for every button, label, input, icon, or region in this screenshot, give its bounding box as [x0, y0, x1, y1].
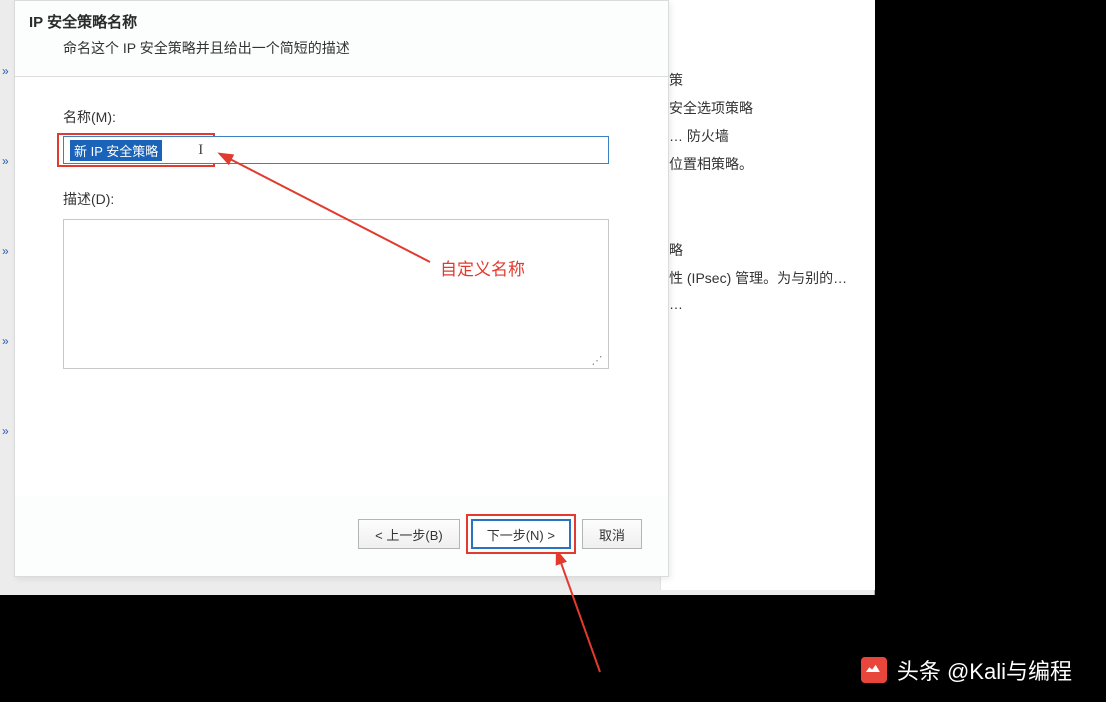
- bg-line: … 防火墙: [669, 126, 865, 146]
- watermark-text: 头条 @Kali与编程: [897, 654, 1072, 686]
- dialog-body: 名称(M): 新 IP 安全策略 I 描述(D): ⋰: [15, 76, 668, 496]
- next-button[interactable]: 下一步(N) >: [471, 519, 571, 549]
- desktop-area: » » » » » 策 安全选项策略 … 防火墙 位置相策略。 略 性 (IPs…: [0, 0, 875, 595]
- marker: »: [0, 334, 10, 424]
- resize-grip-icon: ⋰: [590, 354, 604, 370]
- description-textarea[interactable]: [63, 219, 609, 369]
- annotation-box-next: 下一步(N) >: [466, 514, 576, 554]
- name-input[interactable]: 新 IP 安全策略 I: [63, 136, 609, 164]
- bg-line: …: [669, 296, 865, 312]
- marker: »: [0, 244, 10, 334]
- ip-security-wizard-dialog: IP 安全策略名称 命名这个 IP 安全策略并且给出一个简短的描述 名称(M):…: [14, 0, 669, 577]
- name-input-selected-text: 新 IP 安全策略: [70, 140, 162, 161]
- dialog-footer: < 上一步(B) 下一步(N) > 取消: [358, 514, 642, 554]
- bg-line: 位置相策略。: [669, 154, 865, 174]
- dialog-title: IP 安全策略名称: [29, 11, 654, 32]
- marker: »: [0, 424, 10, 514]
- cancel-button[interactable]: 取消: [582, 519, 642, 549]
- bg-line: 性 (IPsec) 管理。为与别的…: [669, 268, 865, 288]
- marker: »: [0, 64, 10, 154]
- description-label: 描述(D):: [63, 189, 624, 209]
- text-cursor-icon: I: [198, 142, 203, 159]
- left-edge-markers: » » » » »: [0, 64, 10, 514]
- bg-line: 安全选项策略: [669, 98, 865, 118]
- annotation-label-custom-name: 自定义名称: [440, 255, 525, 280]
- dialog-subtitle: 命名这个 IP 安全策略并且给出一个简短的描述: [29, 32, 654, 58]
- bg-line: [669, 182, 865, 232]
- bg-line: 略: [669, 240, 865, 260]
- background-panel: 策 安全选项策略 … 防火墙 位置相策略。 略 性 (IPsec) 管理。为与别…: [660, 0, 875, 590]
- watermark-logo-icon: [861, 657, 887, 683]
- back-button[interactable]: < 上一步(B): [358, 519, 460, 549]
- marker: »: [0, 154, 10, 244]
- watermark: 头条 @Kali与编程: [861, 654, 1072, 686]
- name-label: 名称(M):: [63, 107, 624, 127]
- dialog-header: IP 安全策略名称 命名这个 IP 安全策略并且给出一个简短的描述: [15, 1, 668, 62]
- bg-line: 策: [669, 70, 865, 90]
- name-input-row: 新 IP 安全策略 I: [63, 133, 624, 167]
